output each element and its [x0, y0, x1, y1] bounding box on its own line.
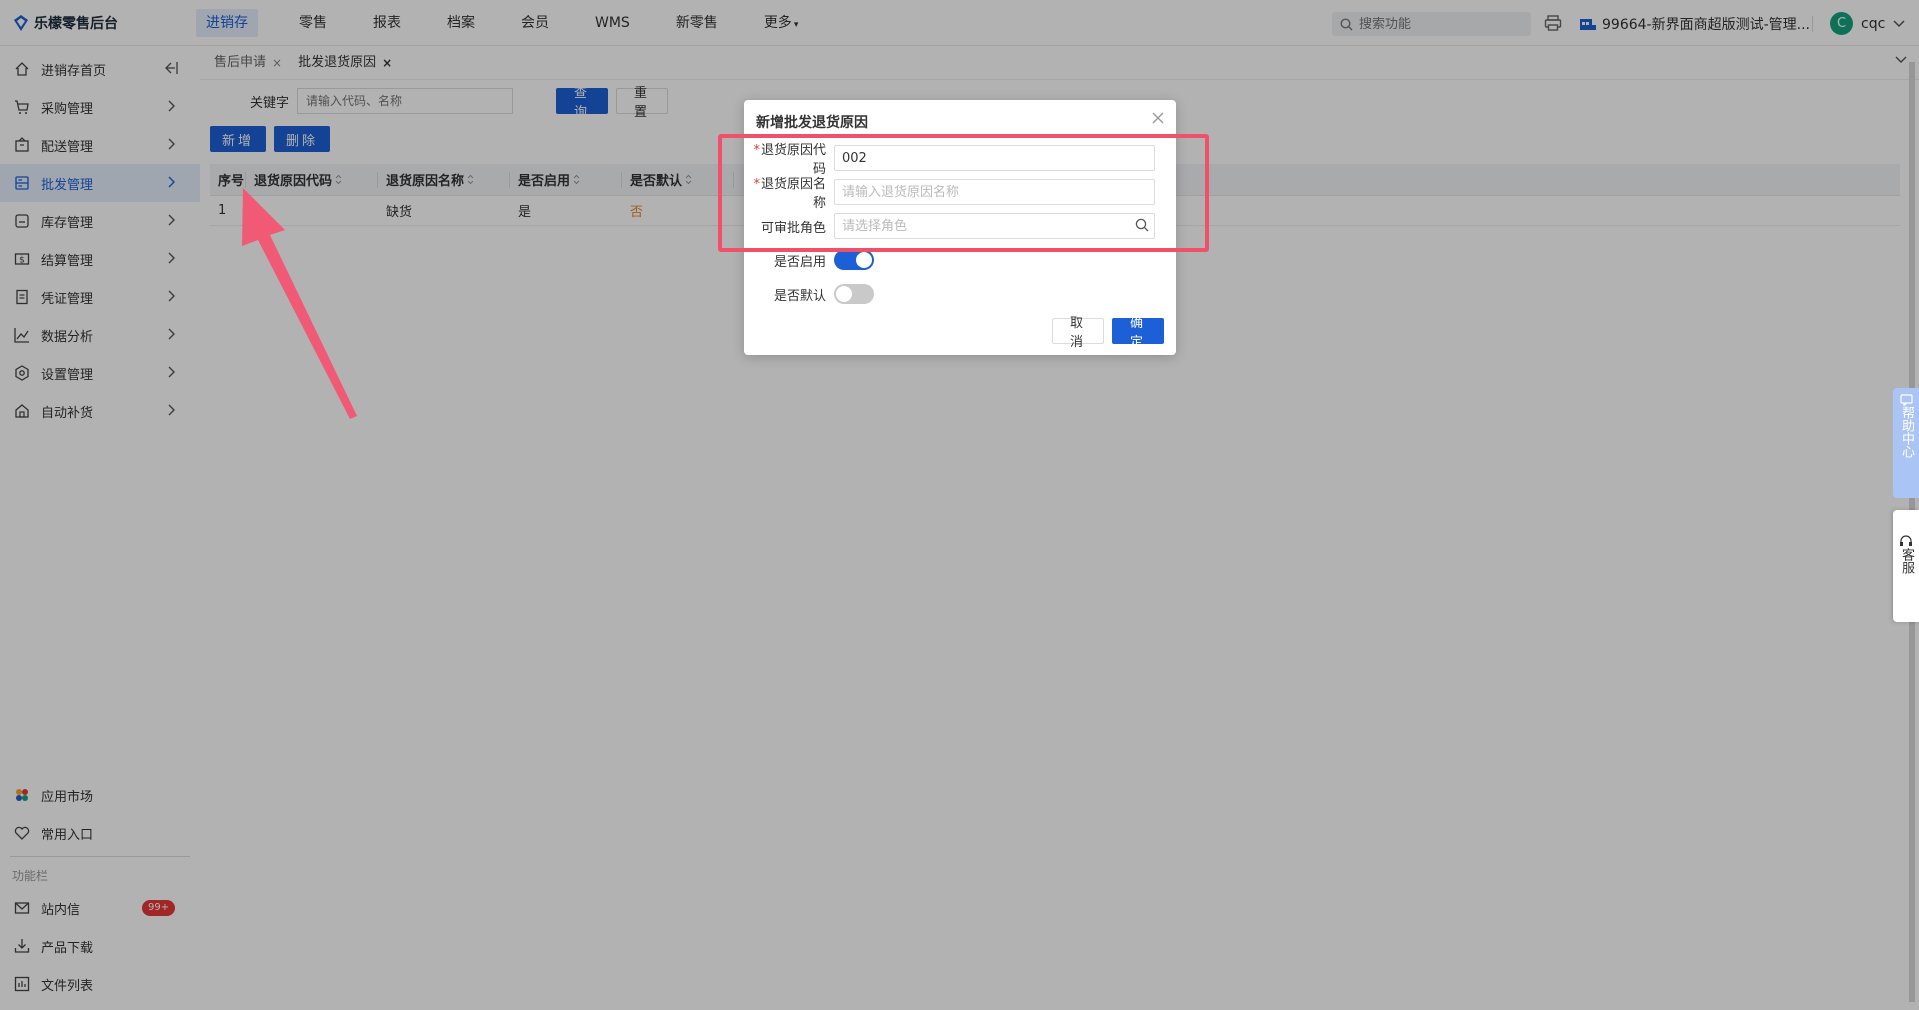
chat-icon — [1899, 394, 1913, 406]
headset-icon — [1900, 535, 1912, 546]
enabled-toggle[interactable] — [834, 250, 874, 270]
enabled-label: 是否启用 — [773, 254, 826, 270]
customer-service-label: 客服 — [1899, 548, 1914, 574]
customer-service-widget[interactable]: 客服 — [1893, 510, 1919, 622]
default-toggle[interactable] — [834, 284, 874, 304]
annotation-highlight-box — [718, 134, 1209, 252]
toggle-knob — [856, 252, 872, 268]
close-icon[interactable] — [1152, 112, 1164, 124]
toggle-knob — [836, 286, 852, 302]
default-label: 是否默认 — [773, 288, 826, 304]
form-row-default: 是否默认 — [744, 281, 1176, 307]
help-center-label: 帮助中心 — [1899, 406, 1914, 458]
confirm-button[interactable]: 确定 — [1112, 316, 1164, 350]
cancel-button[interactable]: 取消 — [1052, 316, 1104, 350]
dialog-title: 新增批发退货原因 — [756, 115, 868, 131]
help-center-widget[interactable]: 帮助中心 — [1893, 388, 1919, 498]
